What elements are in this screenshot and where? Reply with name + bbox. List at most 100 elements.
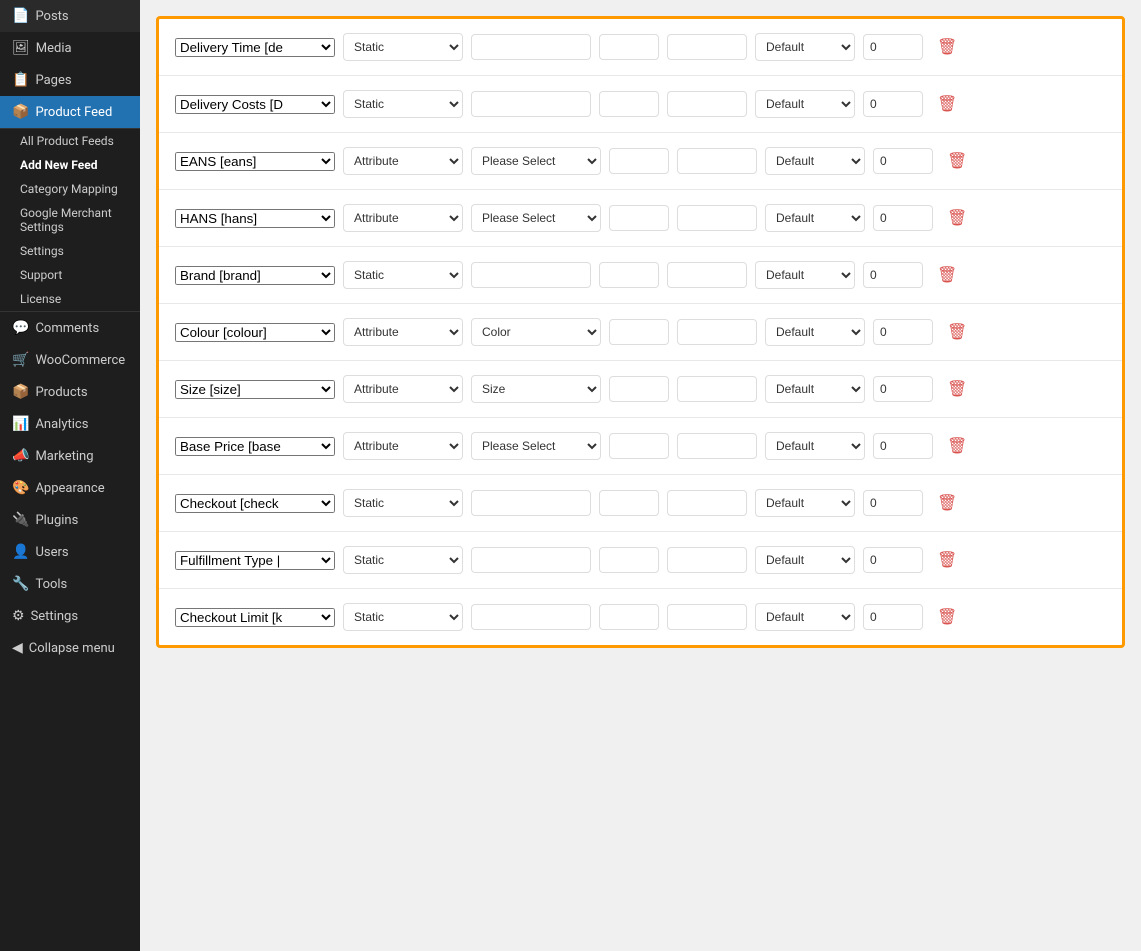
num-input-4[interactable] (863, 262, 923, 288)
default-select-7[interactable]: Default (765, 432, 865, 460)
extra-input-3[interactable] (609, 205, 669, 231)
sidebar-item-analytics[interactable]: 📊 Analytics (0, 408, 140, 440)
field-name-select-10[interactable]: Checkout Limit [k (175, 608, 335, 627)
extra-input-0[interactable] (599, 34, 659, 60)
sidebar-item-tools[interactable]: 🔧 Tools (0, 568, 140, 600)
num-input-6[interactable] (873, 376, 933, 402)
type-select-10[interactable]: StaticAttribute (343, 603, 463, 631)
default-select-10[interactable]: Default (755, 603, 855, 631)
sidebar-item-pages[interactable]: 📋 Pages (0, 64, 140, 96)
type-select-1[interactable]: StaticAttribute (343, 90, 463, 118)
default-select-2[interactable]: Default (765, 147, 865, 175)
extra-input-4[interactable] (599, 262, 659, 288)
spacer-input-1[interactable] (667, 91, 747, 117)
delete-button-9[interactable]: 🗑 (931, 548, 963, 572)
spacer-input-0[interactable] (667, 34, 747, 60)
field-name-select-8[interactable]: Checkout [check (175, 494, 335, 513)
sidebar-item-media[interactable]: 🖼 Media (0, 32, 140, 64)
delete-button-6[interactable]: 🗑 (941, 377, 973, 401)
extra-input-2[interactable] (609, 148, 669, 174)
num-input-7[interactable] (873, 433, 933, 459)
default-select-8[interactable]: Default (755, 489, 855, 517)
spacer-input-6[interactable] (677, 376, 757, 402)
extra-input-7[interactable] (609, 433, 669, 459)
value-input-10[interactable] (471, 604, 591, 630)
field-name-select-0[interactable]: Delivery Time [de (175, 38, 335, 57)
sidebar-item-product-feed[interactable]: 📦 Product Feed (0, 96, 140, 128)
spacer-input-3[interactable] (677, 205, 757, 231)
type-select-5[interactable]: StaticAttribute (343, 318, 463, 346)
num-input-5[interactable] (873, 319, 933, 345)
sidebar-item-appearance[interactable]: 🎨 Appearance (0, 472, 140, 504)
delete-button-7[interactable]: 🗑 (941, 434, 973, 458)
spacer-input-10[interactable] (667, 604, 747, 630)
num-input-10[interactable] (863, 604, 923, 630)
sidebar-subitem-support[interactable]: Support (0, 263, 140, 287)
type-select-9[interactable]: StaticAttribute (343, 546, 463, 574)
type-select-7[interactable]: StaticAttribute (343, 432, 463, 460)
field-name-select-1[interactable]: Delivery Costs [D (175, 95, 335, 114)
attr-select-3[interactable]: Please SelectColorSizePlease Select (471, 204, 601, 232)
value-input-8[interactable] (471, 490, 591, 516)
field-name-select-9[interactable]: Fulfillment Type | (175, 551, 335, 570)
sidebar-subitem-google-merchant[interactable]: Google Merchant Settings (0, 201, 140, 239)
sidebar-item-woocommerce[interactable]: 🛒 WooCommerce (0, 344, 140, 376)
num-input-0[interactable] (863, 34, 923, 60)
extra-input-5[interactable] (609, 319, 669, 345)
default-select-6[interactable]: Default (765, 375, 865, 403)
delete-button-0[interactable]: 🗑 (931, 35, 963, 59)
type-select-4[interactable]: StaticAttribute (343, 261, 463, 289)
spacer-input-9[interactable] (667, 547, 747, 573)
default-select-9[interactable]: Default (755, 546, 855, 574)
sidebar-subitem-category-mapping[interactable]: Category Mapping (0, 177, 140, 201)
delete-button-3[interactable]: 🗑 (941, 206, 973, 230)
delete-button-4[interactable]: 🗑 (931, 263, 963, 287)
spacer-input-5[interactable] (677, 319, 757, 345)
sidebar-item-marketing[interactable]: 📣 Marketing (0, 440, 140, 472)
default-select-4[interactable]: Default (755, 261, 855, 289)
sidebar-item-products[interactable]: 📦 Products (0, 376, 140, 408)
default-select-3[interactable]: Default (765, 204, 865, 232)
extra-input-10[interactable] (599, 604, 659, 630)
attr-select-6[interactable]: Please SelectColorSizeSize (471, 375, 601, 403)
value-input-0[interactable] (471, 34, 591, 60)
sidebar-item-collapse[interactable]: ◀ Collapse menu (0, 632, 140, 664)
extra-input-1[interactable] (599, 91, 659, 117)
default-select-0[interactable]: Default (755, 33, 855, 61)
num-input-8[interactable] (863, 490, 923, 516)
num-input-2[interactable] (873, 148, 933, 174)
extra-input-9[interactable] (599, 547, 659, 573)
spacer-input-2[interactable] (677, 148, 757, 174)
sidebar-item-posts[interactable]: 📄 Posts (0, 0, 140, 32)
field-name-select-3[interactable]: HANS [hans] (175, 209, 335, 228)
sidebar-subitem-all-feeds[interactable]: All Product Feeds (0, 129, 140, 153)
field-name-select-5[interactable]: Colour [colour] (175, 323, 335, 342)
sidebar-item-users[interactable]: 👤 Users (0, 536, 140, 568)
attr-select-2[interactable]: Please SelectColorSizePlease Select (471, 147, 601, 175)
num-input-1[interactable] (863, 91, 923, 117)
value-input-4[interactable] (471, 262, 591, 288)
default-select-5[interactable]: Default (765, 318, 865, 346)
num-input-3[interactable] (873, 205, 933, 231)
value-input-9[interactable] (471, 547, 591, 573)
num-input-9[interactable] (863, 547, 923, 573)
type-select-6[interactable]: StaticAttribute (343, 375, 463, 403)
delete-button-8[interactable]: 🗑 (931, 491, 963, 515)
type-select-3[interactable]: StaticAttribute (343, 204, 463, 232)
spacer-input-8[interactable] (667, 490, 747, 516)
extra-input-6[interactable] (609, 376, 669, 402)
sidebar-subitem-license[interactable]: License (0, 287, 140, 311)
field-name-select-4[interactable]: Brand [brand] (175, 266, 335, 285)
sidebar-item-settings[interactable]: ⚙ Settings (0, 600, 140, 632)
extra-input-8[interactable] (599, 490, 659, 516)
field-name-select-7[interactable]: Base Price [base (175, 437, 335, 456)
sidebar-item-comments[interactable]: 💬 Comments (0, 312, 140, 344)
spacer-input-7[interactable] (677, 433, 757, 459)
field-name-select-2[interactable]: EANS [eans] (175, 152, 335, 171)
sidebar-subitem-settings[interactable]: Settings (0, 239, 140, 263)
type-select-2[interactable]: StaticAttribute (343, 147, 463, 175)
value-input-1[interactable] (471, 91, 591, 117)
field-name-select-6[interactable]: Size [size] (175, 380, 335, 399)
sidebar-subitem-add-new[interactable]: Add New Feed (0, 153, 140, 177)
type-select-0[interactable]: StaticAttribute (343, 33, 463, 61)
